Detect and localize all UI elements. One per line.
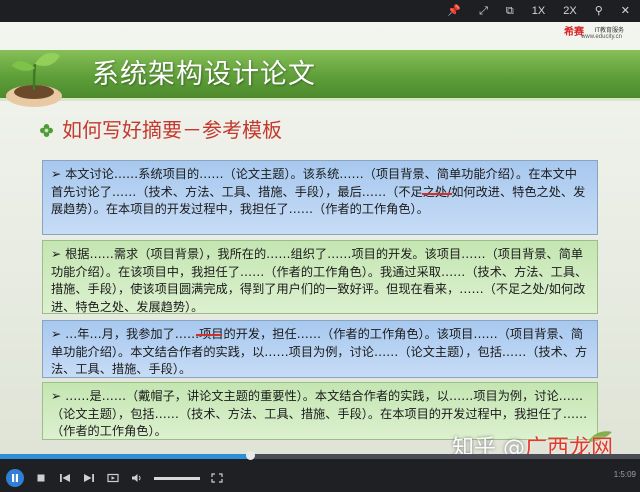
pause-icon xyxy=(12,474,18,482)
video-slide: 希赛 IT教育服务 www.educity.cn 系统架构设计论文 如何写好摘要… xyxy=(0,22,640,454)
pen-annotation-mark xyxy=(196,334,222,336)
close-icon[interactable]: ✕ xyxy=(621,0,630,22)
fullscreen-icon xyxy=(211,473,223,483)
previous-icon xyxy=(60,474,70,482)
progress-fill xyxy=(0,454,250,459)
playlist-button[interactable] xyxy=(106,471,120,485)
toolbar-icons: 📌 ⤢ ⧉ 1X 2X ⚲ ✕ xyxy=(447,0,630,22)
volume-fill xyxy=(154,476,200,480)
pen-annotation-mark xyxy=(422,193,452,195)
fullscreen-button[interactable] xyxy=(210,471,224,485)
search-icon[interactable]: ⚲ xyxy=(595,0,603,22)
pin-icon[interactable]: 📌 xyxy=(447,0,461,22)
slide-subtitle: 如何写好摘要－参考模板 xyxy=(62,118,282,142)
title-band-divider xyxy=(0,98,640,101)
player-controls xyxy=(6,468,224,488)
volume-icon xyxy=(132,474,141,482)
logo-url: www.educity.cn xyxy=(581,34,622,40)
next-button[interactable] xyxy=(82,471,96,485)
volume-button[interactable] xyxy=(130,471,144,485)
template-paragraph-3: ➢ …年…月，我参加了……项目的开发，担任……（作者的工作角色）。该项目……（项… xyxy=(42,320,598,378)
template-paragraph-1: ➢ 本文讨论……系统项目的……（论文主题）。该系统……（项目背景、简单功能介绍）… xyxy=(42,160,598,235)
pause-button[interactable] xyxy=(6,469,24,487)
brand-logo: 希赛 IT教育服务 www.educity.cn xyxy=(538,22,624,42)
progress-handle[interactable] xyxy=(245,451,255,460)
popout-icon[interactable]: ⧉ xyxy=(506,0,514,22)
player-top-toolbar: 📌 ⤢ ⧉ 1X 2X ⚲ ✕ xyxy=(0,0,640,22)
playback-time: 1:5:09 xyxy=(613,470,636,479)
playlist-icon xyxy=(107,473,119,483)
logo-tagline: IT教育服务 xyxy=(594,27,624,34)
next-icon xyxy=(84,474,94,482)
expand-icon[interactable]: ⤢ xyxy=(479,0,488,22)
speed-2x-button[interactable]: 2X xyxy=(563,0,576,22)
stop-button[interactable] xyxy=(34,471,48,485)
slide-title: 系统架构设计论文 xyxy=(92,59,316,90)
seedling-hand-icon xyxy=(6,52,62,107)
previous-button[interactable] xyxy=(58,471,72,485)
template-paragraph-2: ➢ 根据……需求（项目背景），我所在的……组织了……项目的开发。该项目……（项目… xyxy=(42,240,598,314)
playback-progress-bar[interactable] xyxy=(0,451,640,460)
flower-bullet-icon xyxy=(40,124,53,137)
speed-1x-button[interactable]: 1X xyxy=(532,0,545,22)
volume-slider[interactable] xyxy=(154,476,200,480)
stop-icon xyxy=(37,474,45,482)
